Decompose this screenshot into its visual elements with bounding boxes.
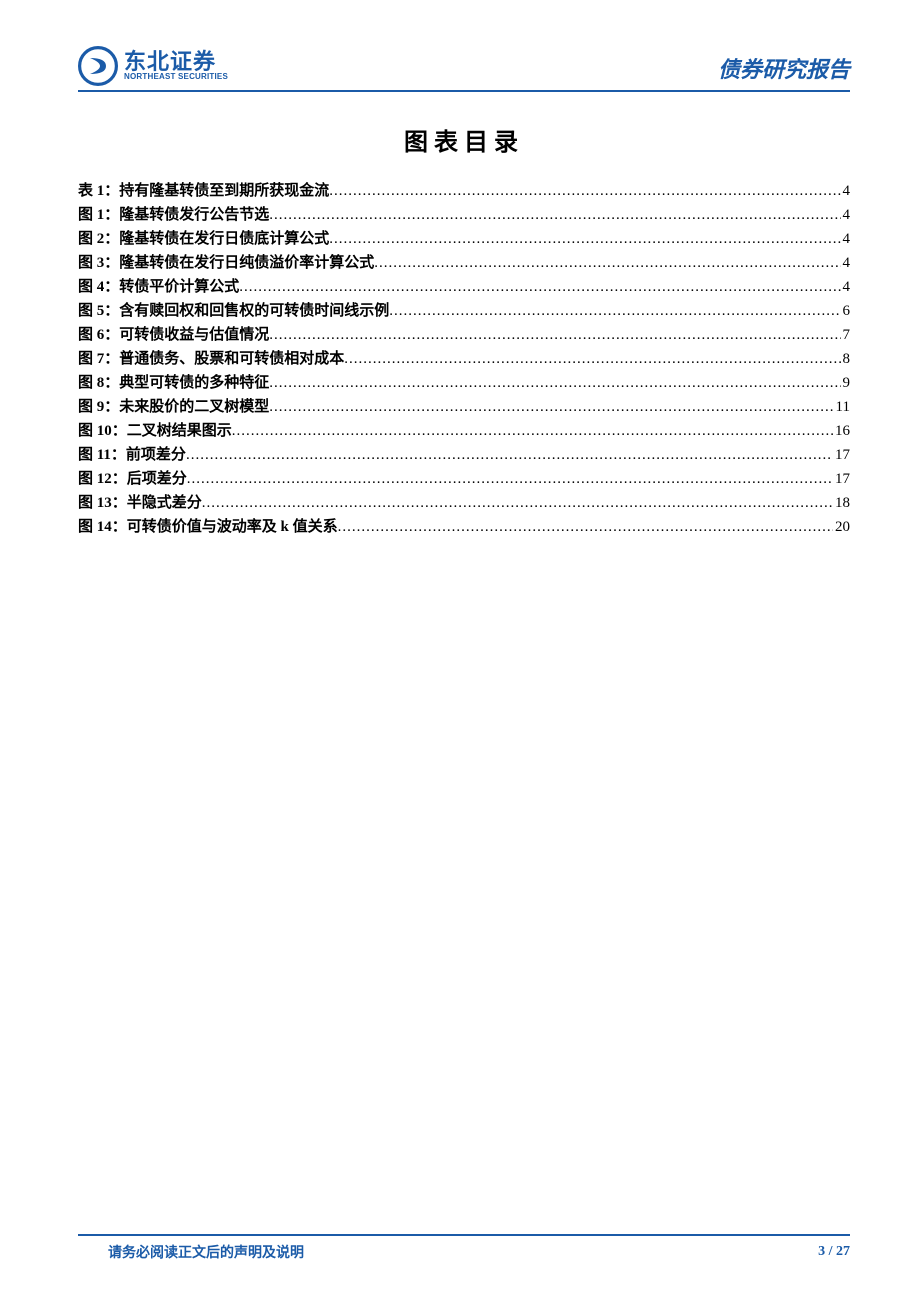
brand-logo: 东北证券 NORTHEAST SECURITIES (78, 46, 228, 86)
toc-entry-page: 20 (833, 515, 850, 539)
toc-leader-dots (202, 491, 833, 515)
logo-text-en: NORTHEAST SECURITIES (124, 73, 228, 81)
toc-entry-label: 图 2：隆基转债在发行日债底计算公式 (78, 227, 329, 251)
toc-entry-label: 图 1：隆基转债发行公告节选 (78, 203, 269, 227)
toc-entry-page: 4 (841, 179, 851, 203)
toc-entry-page: 18 (833, 491, 850, 515)
toc-entry-page: 7 (841, 323, 851, 347)
toc-leader-dots (344, 347, 840, 371)
toc-leader-dots (269, 371, 840, 395)
toc-entry-page: 17 (833, 467, 850, 491)
toc-entry-page: 17 (833, 443, 850, 467)
toc-leader-dots (186, 443, 833, 467)
logo-icon (78, 46, 118, 86)
toc-entry-label: 表 1：持有隆基转债至到期所获现金流 (78, 179, 329, 203)
toc-leader-dots (239, 275, 840, 299)
toc-entry-page: 4 (841, 203, 851, 227)
page-container: 东北证券 NORTHEAST SECURITIES 债券研究报告 图表目录 表 … (0, 0, 920, 1302)
toc-entry-page: 4 (841, 227, 851, 251)
toc-entry-label: 图 12：后项差分 (78, 467, 187, 491)
toc-entry: 表 1：持有隆基转债至到期所获现金流 4 (78, 179, 850, 203)
toc-entry-label: 图 5：含有赎回权和回售权的可转债时间线示例 (78, 299, 389, 323)
toc-entry: 图 14：可转债价值与波动率及 k 值关系 20 (78, 515, 850, 539)
toc-entry-label: 图 3：隆基转债在发行日纯债溢价率计算公式 (78, 251, 374, 275)
toc-leader-dots (269, 323, 840, 347)
toc-entry: 图 6：可转债收益与估值情况 7 (78, 323, 850, 347)
toc-entry-page: 4 (841, 275, 851, 299)
document-type-label: 债券研究报告 (718, 52, 850, 86)
toc-entry-label: 图 6：可转债收益与估值情况 (78, 323, 269, 347)
toc-entry: 图 5：含有赎回权和回售权的可转债时间线示例 6 (78, 299, 850, 323)
toc-entry-label: 图 9：未来股价的二叉树模型 (78, 395, 269, 419)
toc-leader-dots (338, 515, 833, 539)
toc-leader-dots (329, 179, 840, 203)
toc-entry-page: 16 (833, 419, 850, 443)
toc-entry: 图 3：隆基转债在发行日纯债溢价率计算公式 4 (78, 251, 850, 275)
toc-entry-label: 图 14：可转债价值与波动率及 k 值关系 (78, 515, 338, 539)
toc-entry: 图 8：典型可转债的多种特征 9 (78, 371, 850, 395)
toc-entry-page: 9 (841, 371, 851, 395)
toc-entry: 图 9：未来股价的二叉树模型 11 (78, 395, 850, 419)
toc-entry: 图 2：隆基转债在发行日债底计算公式 4 (78, 227, 850, 251)
page-header: 东北证券 NORTHEAST SECURITIES 债券研究报告 (78, 38, 850, 92)
toc-entry-label: 图 4：转债平价计算公式 (78, 275, 239, 299)
toc-entry-page: 11 (834, 395, 850, 419)
toc-leader-dots (389, 299, 840, 323)
page-footer: 请务必阅读正文后的声明及说明 3 / 27 (78, 1234, 850, 1262)
toc-entry-label: 图 11：前项差分 (78, 443, 186, 467)
toc-leader-dots (269, 203, 840, 227)
toc-entry-label: 图 8：典型可转债的多种特征 (78, 371, 269, 395)
toc-entry-page: 8 (841, 347, 851, 371)
toc-entry-page: 4 (841, 251, 851, 275)
toc-entry: 图 13：半隐式差分 18 (78, 491, 850, 515)
footer-disclaimer: 请务必阅读正文后的声明及说明 (78, 1242, 304, 1262)
toc-title: 图表目录 (78, 122, 850, 157)
toc-entry: 图 11：前项差分 17 (78, 443, 850, 467)
logo-text-cn: 东北证券 (124, 51, 228, 73)
toc-leader-dots (374, 251, 840, 275)
toc-entry: 图 10：二叉树结果图示 16 (78, 419, 850, 443)
toc-leader-dots (269, 395, 833, 419)
toc-entry-label: 图 13：半隐式差分 (78, 491, 202, 515)
toc-leader-dots (187, 467, 833, 491)
toc-entry-page: 6 (841, 299, 851, 323)
toc-entry: 图 4：转债平价计算公式 4 (78, 275, 850, 299)
toc-entry-label: 图 7：普通债务、股票和可转债相对成本 (78, 347, 344, 371)
toc-entry: 图 1：隆基转债发行公告节选 4 (78, 203, 850, 227)
toc-entry-label: 图 10：二叉树结果图示 (78, 419, 232, 443)
footer-page-number: 3 / 27 (818, 1244, 850, 1260)
toc-entry: 图 12：后项差分 17 (78, 467, 850, 491)
toc-leader-dots (232, 419, 833, 443)
toc-entry: 图 7：普通债务、股票和可转债相对成本 8 (78, 347, 850, 371)
table-of-contents: 表 1：持有隆基转债至到期所获现金流4图 1：隆基转债发行公告节选4图 2：隆基… (78, 179, 850, 539)
toc-leader-dots (329, 227, 840, 251)
